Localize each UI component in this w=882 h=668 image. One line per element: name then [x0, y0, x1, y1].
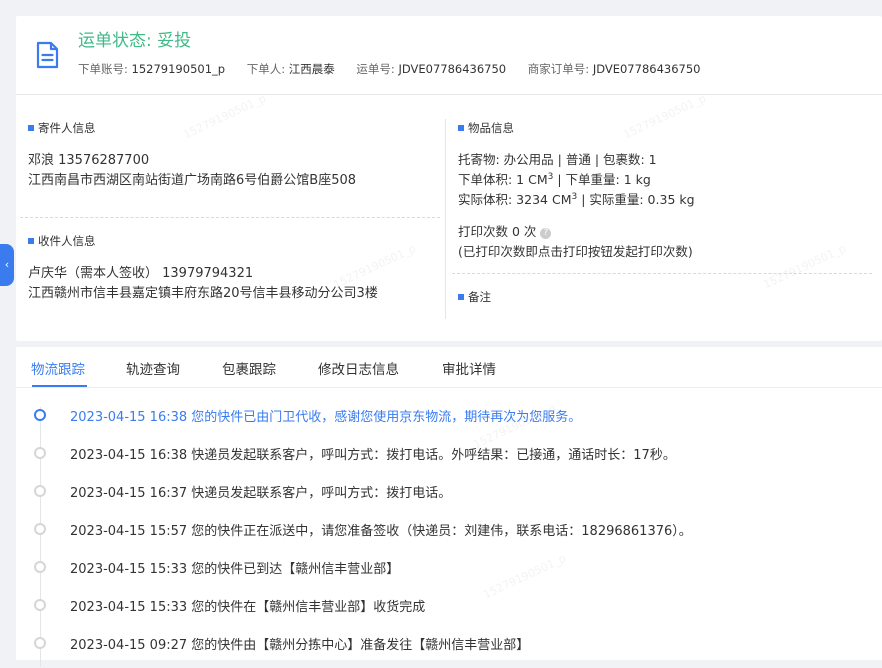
tab-change-log[interactable]: 修改日志信息: [318, 358, 399, 378]
column-divider: [445, 119, 446, 319]
print-count-label: 打印次数 0 次: [458, 224, 537, 239]
timeline-dot-icon: [34, 447, 46, 459]
timeline-item: 2023-04-15 15:33 您的快件已到达【赣州信丰营业部】: [16, 554, 882, 592]
order-volume: 下单体积: 1 CM: [458, 172, 548, 187]
tracking-panel: 物流跟踪 轨迹查询 包裹跟踪 修改日志信息 审批详情 2023-04-15 16…: [16, 347, 882, 667]
sender-section-title: 寄件人信息: [28, 120, 96, 136]
actual-volume-weight: 实际体积: 3234 CM3 | 实际重量: 0.35 kg: [458, 189, 695, 208]
timeline-dot-icon: [34, 409, 46, 421]
tab-package-tracking[interactable]: 包裹跟踪: [222, 358, 276, 378]
order-volume-weight: 下单体积: 1 CM3 | 下单重量: 1 kg: [458, 169, 651, 188]
collapse-sidebar-button[interactable]: ‹: [0, 244, 14, 286]
timeline-text: 2023-04-15 15:57 您的快件正在派送中，请您准备签收（快递员：刘建…: [70, 524, 692, 539]
document-icon: [36, 41, 59, 69]
merchant-order-value: JDVE07786436750: [592, 62, 701, 76]
waybill-header: 运单状态: 妥投 下单账号: 15279190501_p 下单人: 江西晨泰 运…: [16, 16, 882, 95]
timeline-item: 2023-04-15 15:33 您的快件在【赣州信丰营业部】收货完成: [16, 592, 882, 630]
timeline-dot-icon: [34, 561, 46, 573]
timeline-item: 2023-04-15 16:38 快递员发起联系客户，呼叫方式：拨打电话。外呼结…: [16, 440, 882, 478]
remark-section-title: 备注: [458, 289, 491, 305]
actual-volume: 实际体积: 3234 CM: [458, 192, 572, 207]
section-divider: [452, 273, 872, 274]
help-icon[interactable]: ?: [540, 228, 552, 239]
receiver-name-phone: 卢庆华（需本人签收） 13979794321: [28, 266, 254, 281]
tracking-tabs: 物流跟踪 轨迹查询 包裹跟踪 修改日志信息 审批详情: [16, 347, 882, 388]
waybill-number-value: JDVE07786436750: [398, 62, 507, 76]
sender-name-phone: 邓浪 13576287700: [28, 153, 150, 168]
orderer-label: 下单人:: [246, 62, 286, 76]
waybill-status: 运单状态: 妥投: [78, 26, 191, 51]
actual-weight: | 实际重量: 0.35 kg: [577, 192, 695, 207]
tab-logistics-tracking[interactable]: 物流跟踪: [31, 358, 85, 378]
waybill-meta: 下单账号: 15279190501_p 下单人: 江西晨泰 运单号: JDVE0…: [78, 61, 718, 77]
order-account-label: 下单账号:: [78, 62, 128, 76]
receiver-address: 江西赣州市信丰县嘉定镇丰府东路20号信丰县移动分公司3楼: [28, 286, 378, 301]
order-account-value: 15279190501_p: [131, 62, 226, 76]
sender-address: 江西南昌市西湖区南站街道广场南路6号伯爵公馆B座508: [28, 173, 357, 188]
goods-section-title: 物品信息: [458, 120, 514, 136]
status-value: 妥投: [157, 31, 192, 51]
tracking-timeline: 2023-04-15 16:38 您的快件已由门卫代收，感谢您使用京东物流，期待…: [16, 387, 882, 667]
order-weight: | 下单重量: 1 kg: [553, 172, 651, 187]
timeline-item: 2023-04-15 09:27 您的快件由【赣州分拣中心】准备发往【赣州信丰营…: [16, 630, 882, 668]
timeline-dot-icon: [34, 523, 46, 535]
timeline-text: 2023-04-15 16:38 您的快件已由门卫代收，感谢您使用京东物流，期待…: [70, 410, 582, 425]
timeline-text: 2023-04-15 15:33 您的快件在【赣州信丰营业部】收货完成: [70, 600, 426, 615]
receiver-section-title: 收件人信息: [28, 233, 96, 249]
status-label: 运单状态:: [78, 31, 152, 51]
timeline-text: 2023-04-15 09:27 您的快件由【赣州分拣中心】准备发往【赣州信丰营…: [70, 638, 530, 653]
goods-contents: 托寄物: 办公用品 | 普通 | 包裹数: 1: [458, 152, 657, 167]
timeline-item: 2023-04-15 16:38 您的快件已由门卫代收，感谢您使用京东物流，期待…: [16, 402, 882, 440]
merchant-order-label: 商家订单号:: [527, 62, 590, 76]
timeline-text: 2023-04-15 15:33 您的快件已到达【赣州信丰营业部】: [70, 562, 400, 577]
timeline-text: 2023-04-15 16:38 快递员发起联系客户，呼叫方式：拨打电话。外呼结…: [70, 448, 676, 463]
print-count: 打印次数 0 次?: [458, 221, 552, 240]
orderer-value: 江西晨泰: [288, 62, 335, 76]
waybill-info-card: 运单状态: 妥投 下单账号: 15279190501_p 下单人: 江西晨泰 运…: [16, 16, 882, 341]
section-divider: [20, 217, 440, 218]
timeline-dot-icon: [34, 485, 46, 497]
waybill-number-label: 运单号:: [356, 62, 395, 76]
timeline-dot-icon: [34, 599, 46, 611]
tab-track-query[interactable]: 轨迹查询: [126, 358, 180, 378]
timeline-text: 2023-04-15 16:37 快递员发起联系客户，呼叫方式：拨打电话。: [70, 486, 452, 501]
tab-approval-details[interactable]: 审批详情: [442, 358, 496, 378]
timeline-item: 2023-04-15 15:57 您的快件正在派送中，请您准备签收（快递员：刘建…: [16, 516, 882, 554]
print-count-note: (已打印次数即点击打印按钮发起打印次数): [458, 244, 693, 259]
timeline-dot-icon: [34, 637, 46, 649]
timeline-item: 2023-04-15 16:37 快递员发起联系客户，呼叫方式：拨打电话。: [16, 478, 882, 516]
